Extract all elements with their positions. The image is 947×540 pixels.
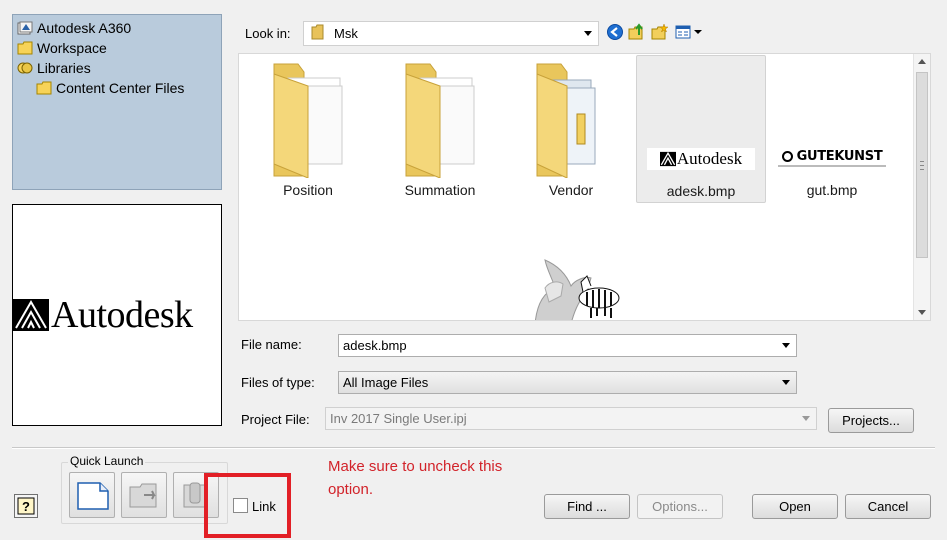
project-file-dropdown[interactable]: Inv 2017 Single User.ipj bbox=[325, 407, 817, 430]
gutekunst-logo-icon bbox=[781, 150, 793, 162]
file-item-vendor[interactable]: Vendor bbox=[506, 54, 636, 202]
autodesk-logo-icon bbox=[13, 299, 49, 331]
file-name-label: Position bbox=[283, 182, 333, 198]
tree-item-label: Libraries bbox=[37, 60, 91, 76]
thumb-text: Autodesk bbox=[676, 149, 743, 168]
lookin-dropdown[interactable]: Msk bbox=[303, 21, 599, 46]
open-folder-icon bbox=[129, 483, 157, 508]
back-icon[interactable] bbox=[606, 23, 624, 41]
tree-item-workspace[interactable]: Workspace bbox=[17, 38, 107, 58]
new-folder-icon[interactable] bbox=[651, 23, 669, 41]
lookin-label: Look in: bbox=[245, 26, 291, 41]
folder-icon bbox=[273, 63, 343, 178]
preview-logo-text: Autodesk bbox=[51, 294, 193, 336]
options-button[interactable]: Options... bbox=[637, 494, 723, 519]
tree-item-label: Content Center Files bbox=[56, 80, 185, 96]
scroll-down-icon[interactable] bbox=[918, 308, 926, 316]
files-of-type-label: Files of type: bbox=[241, 375, 315, 390]
autodesk-logo: Autodesk bbox=[13, 293, 221, 337]
tree-item-content-center[interactable]: Content Center Files bbox=[36, 78, 184, 98]
open-button[interactable]: Open bbox=[752, 494, 838, 519]
folder-icon bbox=[310, 24, 326, 43]
cancel-button[interactable]: Cancel bbox=[845, 494, 931, 519]
quick-launch-label: Quick Launch bbox=[68, 454, 146, 468]
pegasus-zebra-thumbnail bbox=[515, 252, 627, 320]
new-file-icon bbox=[77, 482, 109, 510]
highlight-box bbox=[204, 473, 291, 538]
view-menu-icon[interactable] bbox=[675, 23, 703, 41]
chevron-down-icon[interactable] bbox=[782, 343, 790, 348]
file-name-label: gut.bmp bbox=[806, 182, 858, 198]
file-name-label: Vendor bbox=[548, 182, 594, 198]
file-item-image[interactable] bbox=[506, 250, 636, 320]
file-name-label: Summation bbox=[404, 182, 476, 198]
projects-button[interactable]: Projects... bbox=[828, 408, 914, 433]
autodesk-logo-icon bbox=[659, 151, 676, 167]
a360-icon bbox=[17, 21, 33, 35]
tree-item-label: Workspace bbox=[37, 40, 107, 56]
svg-text:?: ? bbox=[22, 499, 30, 514]
folder-icon bbox=[536, 63, 596, 178]
open-samples-button[interactable] bbox=[121, 472, 167, 518]
files-of-type-dropdown[interactable]: All Image Files bbox=[338, 371, 797, 394]
file-name-value: adesk.bmp bbox=[343, 338, 407, 353]
file-name-combo[interactable]: adesk.bmp bbox=[338, 334, 797, 357]
image-thumbnail: Autodesk bbox=[647, 148, 755, 170]
file-item-adesk-bmp[interactable]: Autodesk adesk.bmp bbox=[636, 55, 766, 203]
lookin-value: Msk bbox=[334, 26, 358, 41]
file-name-label: File name: bbox=[241, 337, 302, 352]
files-of-type-value: All Image Files bbox=[343, 375, 429, 390]
file-item-summation[interactable]: Summation bbox=[375, 54, 505, 202]
separator bbox=[12, 447, 935, 449]
folder-icon bbox=[17, 41, 33, 55]
project-file-value: Inv 2017 Single User.ipj bbox=[330, 411, 467, 426]
scroll-up-icon[interactable] bbox=[918, 58, 926, 66]
chevron-down-icon[interactable] bbox=[584, 31, 592, 36]
new-file-button[interactable] bbox=[69, 472, 115, 518]
project-file-label: Project File: bbox=[241, 412, 310, 427]
tree-item-label: Autodesk A360 bbox=[37, 20, 132, 36]
tree-item-a360[interactable]: Autodesk A360 bbox=[17, 18, 131, 38]
image-thumbnail: GUTEKUNST bbox=[778, 147, 886, 167]
chevron-down-icon[interactable] bbox=[782, 380, 790, 385]
chevron-down-icon[interactable] bbox=[802, 416, 810, 421]
library-icon bbox=[17, 61, 33, 75]
help-button[interactable]: ? bbox=[14, 494, 38, 518]
folder-icon bbox=[405, 63, 475, 178]
folder-icon bbox=[36, 81, 52, 95]
file-item-position[interactable]: Position bbox=[243, 54, 373, 202]
annotation-text: Make sure to uncheck this option. bbox=[328, 458, 503, 498]
file-item-gut-bmp[interactable]: GUTEKUNST gut.bmp bbox=[767, 54, 897, 202]
scrollbar-thumb[interactable] bbox=[916, 72, 928, 258]
vertical-scrollbar[interactable] bbox=[913, 54, 930, 320]
up-folder-icon[interactable] bbox=[628, 23, 646, 41]
tree-item-libraries[interactable]: Libraries bbox=[17, 58, 91, 78]
file-name-label: adesk.bmp bbox=[666, 183, 736, 199]
preview-panel: Autodesk bbox=[12, 204, 222, 426]
location-tree: Autodesk A360 Workspace Libraries Conten… bbox=[12, 14, 222, 190]
thumb-text: GUTEKUNST bbox=[796, 148, 883, 164]
find-button[interactable]: Find ... bbox=[544, 494, 630, 519]
file-list[interactable]: Position Summation Vendor Autodesk adesk… bbox=[238, 53, 931, 321]
help-icon: ? bbox=[17, 497, 35, 515]
